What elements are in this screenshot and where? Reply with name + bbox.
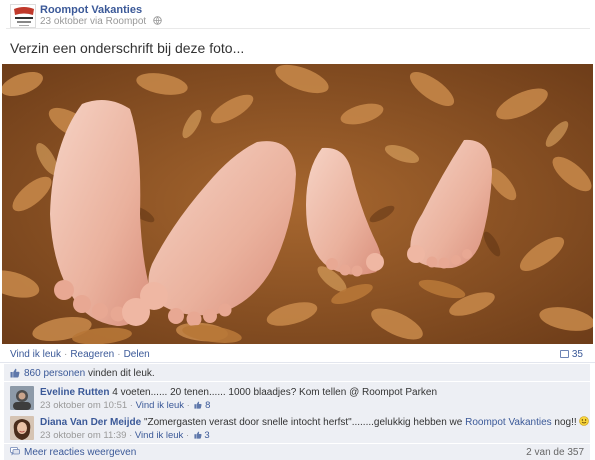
post-actions: Vind ik leuk · Reageren · Delen: [10, 349, 150, 360]
smiley-icon: [579, 416, 590, 426]
likes-row: 860 personen vinden dit leuk.: [4, 364, 590, 382]
comment-timestamp[interactable]: 23 oktober om 11:39: [40, 430, 126, 441]
likes-text: 860 personen vinden dit leuk.: [24, 368, 155, 379]
comment-text-end: nog!!: [554, 417, 577, 428]
post-caption: Verzin een onderschrift bij deze foto...: [10, 40, 245, 56]
comment-text: "Zomergasten verast door snelle intocht …: [143, 417, 463, 428]
like-link[interactable]: Vind ik leuk: [10, 349, 61, 360]
comment-meta: 23 oktober om 11:39 · Vind ik leuk · 3: [40, 430, 210, 441]
comment-author[interactable]: Diana Van Der Meijde: [40, 417, 141, 428]
globe-icon: [153, 16, 162, 25]
likes-suffix: vinden dit leuk.: [87, 368, 155, 379]
action-bar: Vind ik leuk · Reageren · Delen 35: [0, 346, 595, 363]
avatar[interactable]: [10, 416, 34, 440]
comment-item: Diana Van Der Meijde "Zomergasten verast…: [4, 412, 590, 444]
comment-link[interactable]: Reageren: [70, 349, 114, 360]
comments-icon: [10, 447, 20, 456]
avatar[interactable]: [10, 386, 34, 410]
post-photo[interactable]: [2, 64, 593, 344]
thumbs-up-icon: [194, 401, 203, 409]
comment-like-link[interactable]: Vind ik leuk: [136, 400, 184, 411]
page-name[interactable]: Roompot Vakanties: [40, 4, 142, 16]
post-via: via Roompot: [90, 16, 147, 27]
comment-like-count[interactable]: 3: [204, 430, 209, 441]
comment-count-value: 35: [571, 349, 583, 360]
post-date[interactable]: 23 oktober: [40, 16, 87, 27]
comment-like-link[interactable]: Vind ik leuk: [135, 430, 183, 441]
post-header: Roompot Vakanties 23 oktober via Roompot: [6, 4, 590, 30]
likes-count-link[interactable]: 860 personen: [24, 368, 85, 379]
header-divider: [6, 28, 590, 29]
thumbs-up-icon: [10, 368, 20, 378]
comment-text: 4 voeten...... 20 tenen...... 1000 blaad…: [112, 387, 438, 398]
comment-count[interactable]: 35: [559, 349, 583, 360]
comment-author[interactable]: Eveline Rutten: [40, 387, 109, 398]
comment-icon: [559, 350, 569, 358]
comment-body: Eveline Rutten 4 voeten...... 20 tenen..…: [40, 386, 580, 399]
post-meta: 23 oktober via Roompot: [40, 16, 162, 27]
thumbs-up-icon: [194, 431, 202, 439]
share-link[interactable]: Delen: [124, 349, 150, 360]
more-comments-link[interactable]: Meer reacties weergeven: [24, 447, 136, 458]
comment-body: Diana Van Der Meijde "Zomergasten verast…: [40, 416, 590, 429]
comment-meta: 23 oktober om 10:51 · Vind ik leuk · 8: [40, 400, 211, 411]
more-comments-row: Meer reacties weergeven 2 van de 357: [4, 444, 590, 460]
comment-like-count[interactable]: 8: [205, 400, 210, 411]
comment-timestamp[interactable]: 23 oktober om 10:51: [40, 400, 127, 411]
comment-pager: 2 van de 357: [526, 447, 584, 458]
comment-mention-link[interactable]: Roompot Vakanties: [465, 417, 552, 428]
page-logo[interactable]: [10, 4, 36, 28]
